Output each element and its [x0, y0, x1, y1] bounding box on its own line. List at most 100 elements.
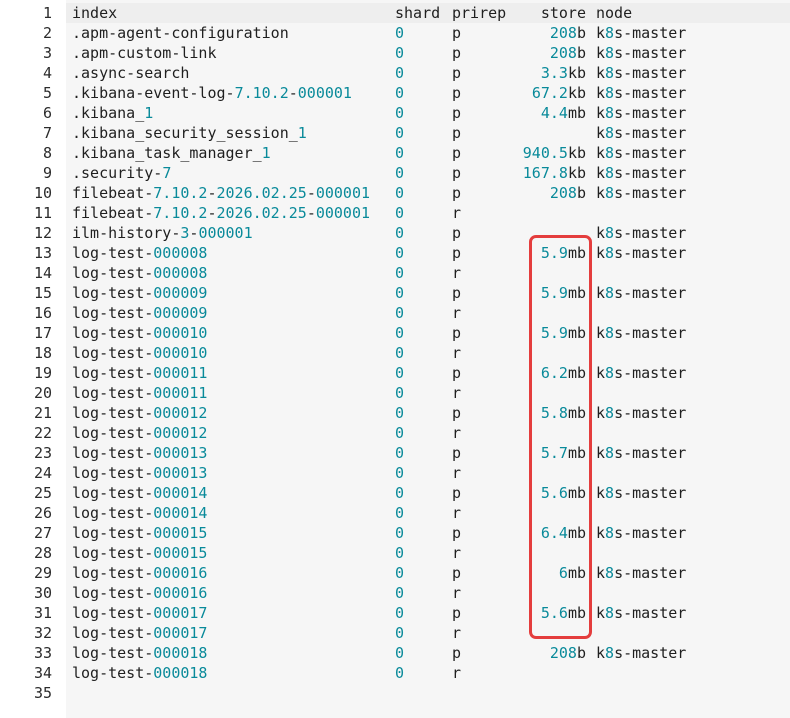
- prirep-cell: p: [452, 404, 462, 422]
- store-cell: 5.9mb: [540, 284, 586, 302]
- index-cell: log-test-000008: [72, 264, 208, 282]
- store-cell: 3.3kb: [540, 64, 586, 82]
- node-cell: k8s-master: [596, 104, 687, 122]
- line-content: .security-7 0 p 167.8kb k8s-master: [66, 163, 790, 183]
- shard-cell: 0: [395, 404, 405, 422]
- shard-cell: 0: [395, 144, 405, 162]
- line-number: 17: [33, 324, 52, 342]
- data-line[interactable]: 8 .kibana_task_manager_1 0 p 940.5kb k8s-mast…: [0, 143, 790, 163]
- line-content: filebeat-7.10.2-2026.02.25-000001 0 p 208b k…: [66, 183, 790, 203]
- index-cell: filebeat-7.10.2-2026.02.25-000001: [72, 204, 371, 222]
- data-line[interactable]: 12 ilm-history-3-000001 0 p k8s-master: [0, 223, 790, 243]
- index-cell: log-test-000015: [72, 524, 208, 542]
- data-line[interactable]: 19 log-test-000011 0 p 6.2mb k8s-master: [0, 363, 790, 383]
- data-line[interactable]: 5 .kibana-event-log-7.10.2-000001 0 p 67.2kb…: [0, 83, 790, 103]
- header-line[interactable]: 1 index shard prirep store node: [0, 3, 790, 23]
- index-cell: log-test-000009: [72, 284, 208, 302]
- line-content: log-test-000016 0 p 6mb k8s-master: [66, 563, 790, 583]
- data-line[interactable]: 18 log-test-000010 0 r: [0, 343, 790, 363]
- shard-cell: 0: [395, 204, 405, 222]
- data-line[interactable]: 2 .apm-agent-configuration 0 p 208b k8s-maste…: [0, 23, 790, 43]
- data-line[interactable]: 30 log-test-000016 0 r: [0, 583, 790, 603]
- shard-cell: 0: [395, 64, 405, 82]
- data-line[interactable]: 9 .security-7 0 p 167.8kb k8s-master: [0, 163, 790, 183]
- data-line[interactable]: 25 log-test-000014 0 p 5.6mb k8s-master: [0, 483, 790, 503]
- prirep-cell: p: [452, 564, 462, 582]
- data-line[interactable]: 20 log-test-000011 0 r: [0, 383, 790, 403]
- shard-cell: 0: [395, 84, 405, 102]
- line-content: log-test-000013 0 p 5.7mb k8s-master: [66, 443, 790, 463]
- index-cell: log-test-000012: [72, 404, 208, 422]
- data-line[interactable]: 27 log-test-000015 0 p 6.4mb k8s-master: [0, 523, 790, 543]
- data-line[interactable]: 29 log-test-000016 0 p 6mb k8s-master: [0, 563, 790, 583]
- store-cell: 208b: [549, 24, 586, 42]
- data-line[interactable]: 15 log-test-000009 0 p 5.9mb k8s-master: [0, 283, 790, 303]
- store-cell: store: [540, 4, 586, 22]
- line-number: 33: [33, 644, 52, 662]
- line-number: 12: [33, 224, 52, 242]
- data-line[interactable]: 32 log-test-000017 0 r: [0, 623, 790, 643]
- shard-cell: 0: [395, 224, 405, 242]
- line-content: log-test-000010 0 p 5.9mb k8s-master: [66, 323, 790, 343]
- data-line[interactable]: 34 log-test-000018 0 r: [0, 663, 790, 683]
- line-number: 24: [33, 464, 52, 482]
- data-line[interactable]: 17 log-test-000010 0 p 5.9mb k8s-master: [0, 323, 790, 343]
- index-cell: log-test-000010: [72, 324, 208, 342]
- node-cell: k8s-master: [596, 444, 687, 462]
- data-line[interactable]: 21 log-test-000012 0 p 5.8mb k8s-master: [0, 403, 790, 423]
- prirep-cell: r: [452, 504, 462, 522]
- node-cell: k8s-master: [596, 44, 687, 62]
- prirep-cell: p: [452, 244, 462, 262]
- shard-cell: shard: [395, 4, 441, 22]
- data-line[interactable]: 14 log-test-000008 0 r: [0, 263, 790, 283]
- prirep-cell: p: [452, 484, 462, 502]
- index-cell: .kibana_1: [72, 104, 154, 122]
- shard-cell: 0: [395, 464, 405, 482]
- data-line[interactable]: 7 .kibana_security_session_1 0 p k8s-master: [0, 123, 790, 143]
- data-line[interactable]: 11 filebeat-7.10.2-2026.02.25-000001 0 r: [0, 203, 790, 223]
- index-cell: filebeat-7.10.2-2026.02.25-000001: [72, 184, 371, 202]
- prirep-cell: p: [452, 284, 462, 302]
- shard-cell: 0: [395, 544, 405, 562]
- data-line[interactable]: 31 log-test-000017 0 p 5.6mb k8s-master: [0, 603, 790, 623]
- line-number: 7: [42, 124, 52, 142]
- prirep-cell: p: [452, 644, 462, 662]
- prirep-cell: p: [452, 224, 462, 242]
- data-line[interactable]: 10 filebeat-7.10.2-2026.02.25-000001 0 p 208…: [0, 183, 790, 203]
- prirep-cell: prirep: [452, 4, 507, 22]
- shard-cell: 0: [395, 644, 405, 662]
- data-line[interactable]: 3 .apm-custom-link 0 p 208b k8s-master: [0, 43, 790, 63]
- data-line[interactable]: 24 log-test-000013 0 r: [0, 463, 790, 483]
- data-line[interactable]: 28 log-test-000015 0 r: [0, 543, 790, 563]
- data-line[interactable]: 16 log-test-000009 0 r: [0, 303, 790, 323]
- prirep-cell: r: [452, 264, 462, 282]
- data-line[interactable]: 26 log-test-000014 0 r: [0, 503, 790, 523]
- line-number: 2: [42, 24, 52, 42]
- line-number: 19: [33, 364, 52, 382]
- data-line[interactable]: 23 log-test-000013 0 p 5.7mb k8s-master: [0, 443, 790, 463]
- shard-cell: 0: [395, 164, 405, 182]
- index-cell: log-test-000009: [72, 304, 208, 322]
- prirep-cell: p: [452, 444, 462, 462]
- node-cell: k8s-master: [596, 484, 687, 502]
- line-number: 5: [42, 84, 52, 102]
- data-line[interactable]: 4 .async-search 0 p 3.3kb k8s-master: [0, 63, 790, 83]
- index-cell: log-test-000017: [72, 624, 208, 642]
- node-cell: k8s-master: [596, 124, 687, 142]
- store-cell: 5.9mb: [540, 324, 586, 342]
- prirep-cell: p: [452, 604, 462, 622]
- store-cell: 5.9mb: [540, 244, 586, 262]
- shard-cell: 0: [395, 304, 405, 322]
- data-line[interactable]: 33 log-test-000018 0 p 208b k8s-master: [0, 643, 790, 663]
- data-line[interactable]: 6 .kibana_1 0 p 4.4mb k8s-master: [0, 103, 790, 123]
- data-line[interactable]: 22 log-test-000012 0 r: [0, 423, 790, 443]
- shard-cell: 0: [395, 424, 405, 442]
- shard-cell: 0: [395, 524, 405, 542]
- data-line[interactable]: 13 log-test-000008 0 p 5.9mb k8s-master: [0, 243, 790, 263]
- prirep-cell: r: [452, 304, 462, 322]
- index-cell: log-test-000017: [72, 604, 208, 622]
- node-cell: k8s-master: [596, 164, 687, 182]
- index-cell: log-test-000014: [72, 484, 208, 502]
- shard-cell: 0: [395, 344, 405, 362]
- data-line[interactable]: 35: [0, 683, 790, 703]
